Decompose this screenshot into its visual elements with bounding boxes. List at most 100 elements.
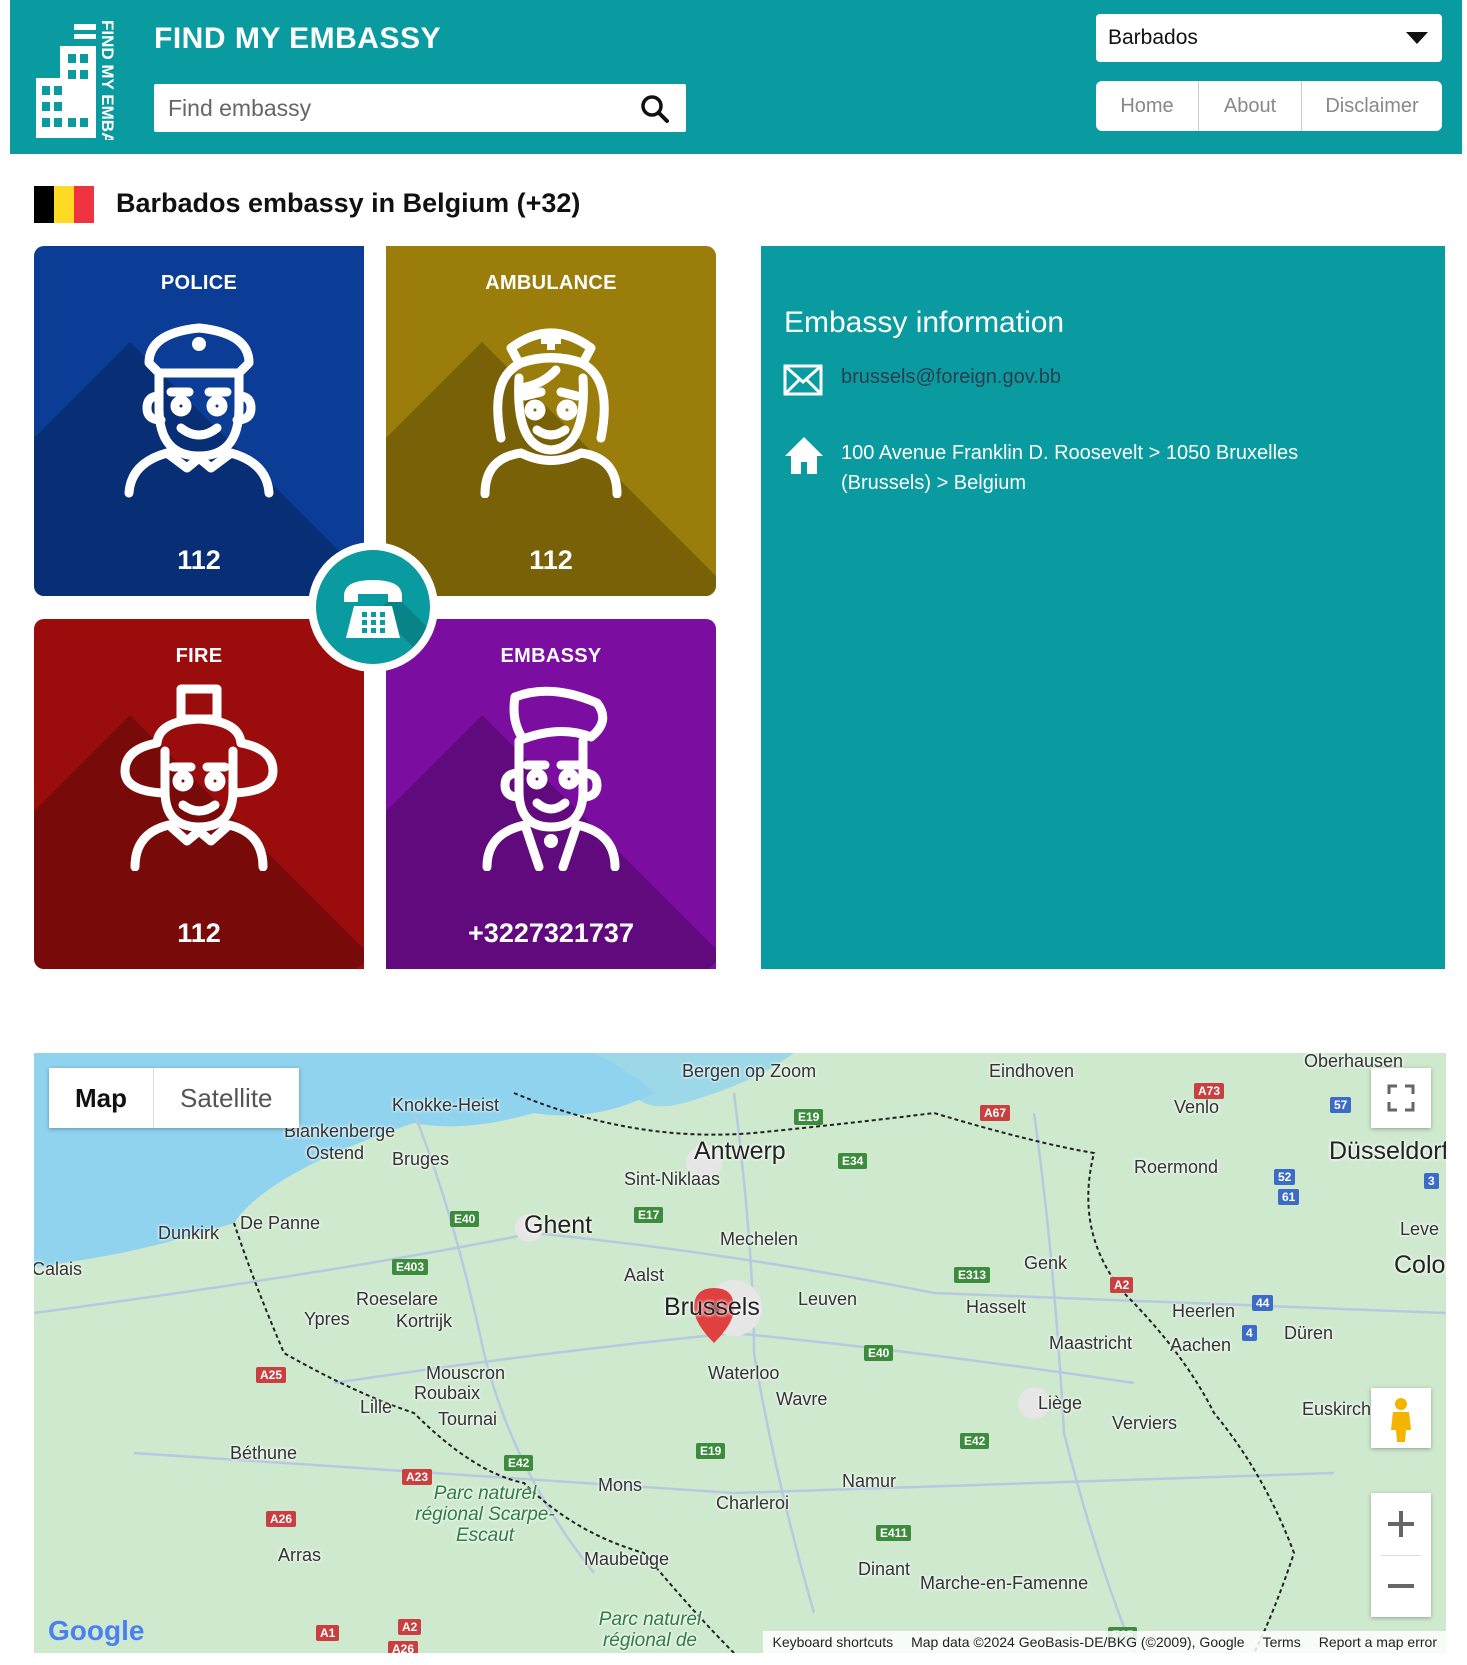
site-title[interactable]: FIND MY EMBASSY <box>154 22 441 56</box>
map-road-shield: E42 <box>960 1433 990 1449</box>
map-city-label: Genk <box>1024 1253 1068 1273</box>
map-city-label: Hasselt <box>966 1297 1027 1317</box>
nurse-icon <box>480 328 622 498</box>
police-label: POLICE <box>160 272 238 294</box>
map-city-label: Marche-en-Famenne <box>920 1573 1089 1593</box>
map-road-shield: 61 <box>1278 1189 1300 1205</box>
fullscreen-icon <box>1387 1084 1415 1112</box>
map-city-label: Sint-Niklaas <box>624 1169 721 1189</box>
search-input[interactable] <box>154 84 642 132</box>
map-city-label: Venlo <box>1174 1097 1220 1117</box>
fire-number[interactable]: 112 <box>34 918 364 949</box>
site-logo-icon[interactable]: FIND MY EMBASSY <box>34 18 144 140</box>
map-road-shield: 52 <box>1274 1169 1296 1185</box>
ambulance-label: AMBULANCE <box>485 272 617 294</box>
chevron-down-icon <box>1406 32 1428 44</box>
map-city-label: Roubaix <box>414 1383 481 1403</box>
map-city-label: Ghent <box>524 1211 593 1239</box>
map-city-label: Mechelen <box>720 1229 799 1249</box>
map-road-shield: E313 <box>954 1267 991 1283</box>
fire-tile[interactable]: FIRE 112 <box>34 619 364 969</box>
police-officer-icon <box>124 323 274 498</box>
envelope-icon <box>783 364 823 396</box>
map-city-label: Wavre <box>776 1389 828 1409</box>
report-map-error-link[interactable]: Report a map error <box>1310 1631 1446 1653</box>
map-data-credit: Map data ©2024 GeoBasis-DE/BKG (©2009), … <box>911 1634 1245 1650</box>
zoom-in-button[interactable] <box>1371 1493 1431 1555</box>
map-city-label: Roermond <box>1134 1157 1219 1177</box>
map-road-shield: 44 <box>1252 1295 1274 1311</box>
map-road-shield: E40 <box>450 1211 480 1227</box>
search-box <box>154 84 686 132</box>
map-city-label: Eindhoven <box>989 1061 1075 1081</box>
map-city-label: Bergen op Zoom <box>682 1061 817 1081</box>
map-city-label: Waterloo <box>708 1363 780 1383</box>
map-city-label: Calais <box>34 1259 83 1279</box>
map-road-shield: E411 <box>876 1525 912 1541</box>
site-header: FIND MY EMBASSY FIND MY EMBASSY Barbados… <box>10 0 1462 154</box>
map-park-label: Parc naturel régional de <box>598 1609 702 1651</box>
map-road-shield: E42 <box>504 1455 534 1471</box>
map-attribution: Keyboard shortcuts Map data ©2024 GeoBas… <box>763 1631 1446 1653</box>
map-city-label: Mouscron <box>426 1363 506 1383</box>
police-number[interactable]: 112 <box>34 545 364 576</box>
flag-stripe-yellow <box>54 186 74 223</box>
zoom-out-button[interactable] <box>1371 1555 1431 1617</box>
map-road-shield: E403 <box>392 1259 429 1275</box>
fullscreen-button[interactable] <box>1371 1068 1431 1128</box>
main-nav: Home About Disclaimer <box>1096 81 1442 131</box>
map-road-shield: E40 <box>864 1345 894 1361</box>
map-city-label: Roeselare <box>356 1289 439 1309</box>
map-city-label: Maastricht <box>1049 1333 1133 1353</box>
nav-disclaimer[interactable]: Disclaimer <box>1302 81 1442 131</box>
map-city-label: Brussels <box>664 1293 760 1321</box>
map-city-label: Blankenberge <box>284 1121 396 1141</box>
belgium-flag <box>34 186 94 223</box>
map-city-label: Knokke-Heist <box>392 1095 500 1115</box>
embassy-label: EMBASSY <box>500 645 602 667</box>
map-city-label: Maubeuge <box>584 1549 670 1569</box>
map-road-shield: E34 <box>838 1153 868 1169</box>
map-type-control: Map Satellite <box>49 1068 299 1128</box>
map-city-label: Namur <box>842 1471 897 1491</box>
map-type-satellite-button[interactable]: Satellite <box>154 1068 299 1128</box>
zoom-control <box>1371 1493 1431 1617</box>
country-select-value: Barbados <box>1108 26 1198 49</box>
search-icon[interactable] <box>640 94 670 124</box>
ambulance-tile[interactable]: AMBULANCE 112 <box>386 246 716 596</box>
map-type-map-button[interactable]: Map <box>49 1068 154 1128</box>
map-city-label: Dinant <box>858 1559 911 1579</box>
embassy-number[interactable]: +3227321737 <box>386 918 716 949</box>
map-park-label: Parc naturel régional Scarpe-Escaut <box>415 1483 555 1546</box>
map-city-label: Ypres <box>304 1309 350 1329</box>
address-text: 100 Avenue Franklin D. Roosevelt > 1050 … <box>841 442 1299 494</box>
map-road-shield: A26 <box>266 1511 297 1527</box>
home-icon <box>785 437 823 474</box>
nav-home[interactable]: Home <box>1096 81 1199 131</box>
map-city-label: Leuven <box>798 1289 858 1309</box>
map-city-label: Dunkirk <box>158 1223 220 1243</box>
nav-about[interactable]: About <box>1199 81 1302 131</box>
map-road-shield: A26 <box>388 1641 419 1653</box>
map-city-label: Liège <box>1038 1393 1083 1413</box>
map-widget[interactable]: Bergen op Zoom Eindhoven Oberhausen Knok… <box>34 1053 1446 1653</box>
diplomat-icon <box>482 686 620 871</box>
map-road-shield: A73 <box>1194 1083 1225 1099</box>
street-view-button[interactable] <box>1371 1388 1431 1448</box>
google-logo[interactable]: Google <box>48 1615 144 1647</box>
ambulance-number[interactable]: 112 <box>386 545 716 576</box>
police-tile[interactable]: POLICE 112 <box>34 246 364 596</box>
terms-link[interactable]: Terms <box>1254 1631 1310 1653</box>
country-select[interactable]: Barbados <box>1096 14 1442 62</box>
map-road-shield: A2 <box>398 1619 422 1635</box>
keyboard-shortcuts-link[interactable]: Keyboard shortcuts <box>763 1631 902 1653</box>
map-road-shield: 57 <box>1330 1097 1352 1113</box>
email-link[interactable]: brussels@foreign.gov.bb <box>841 366 1061 389</box>
map-city-label: Antwerp <box>694 1137 786 1165</box>
map-city-label: Colo <box>1394 1251 1446 1279</box>
map-road-shield: E19 <box>794 1109 824 1125</box>
map-city-label: Ostend <box>306 1143 365 1163</box>
map-road-shield: A23 <box>402 1469 433 1485</box>
embassy-tile[interactable]: EMBASSY +3227321737 <box>386 619 716 969</box>
map-city-label: Mons <box>598 1475 643 1495</box>
